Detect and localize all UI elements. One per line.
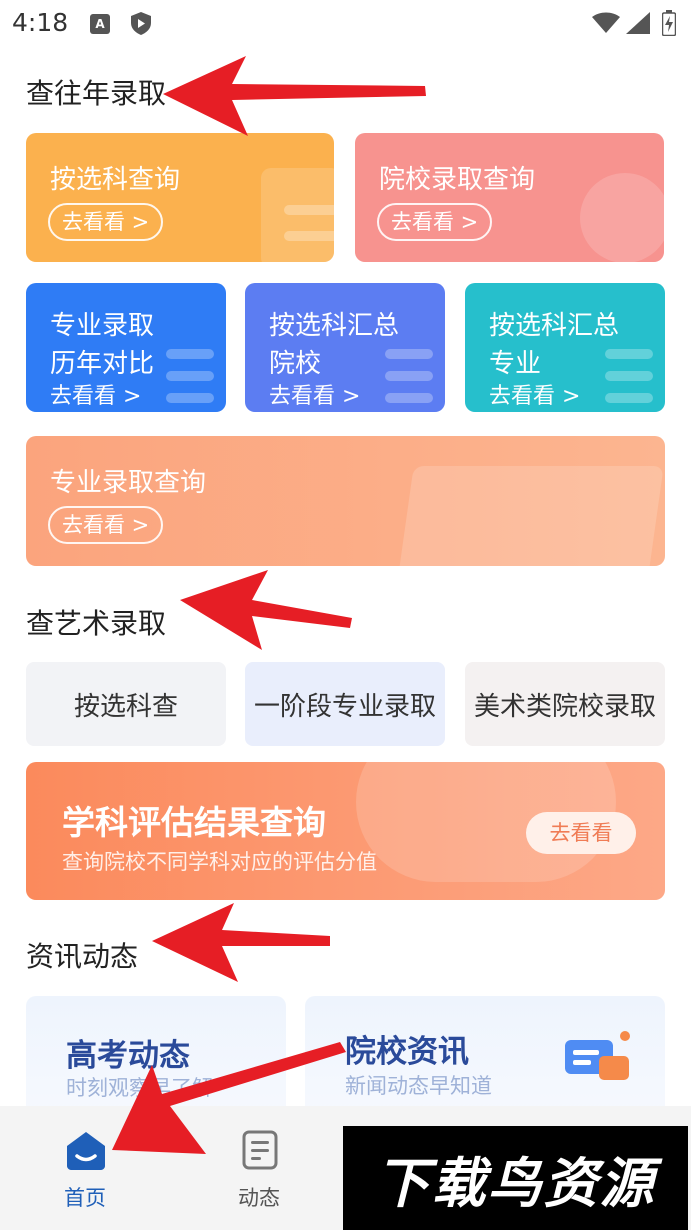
tab-news[interactable]: 动态 bbox=[214, 1120, 306, 1220]
document-icon bbox=[242, 1130, 278, 1170]
decoration-line bbox=[385, 371, 433, 381]
decoration-line bbox=[605, 393, 653, 403]
notification-a-icon: A bbox=[90, 14, 110, 34]
go-see-button[interactable]: 去看看 > bbox=[48, 506, 164, 544]
card-by-subject[interactable]: 按选科查询 去看看 > bbox=[26, 133, 334, 262]
chat-bubble-icon bbox=[565, 1031, 630, 1080]
tab-label: 首页 bbox=[64, 1186, 106, 1210]
art-button-stage-one-major[interactable]: 一阶段专业录取 bbox=[245, 662, 445, 746]
card-decoration bbox=[580, 173, 664, 262]
card-major-history[interactable]: 专业录取 历年对比 去看看 > bbox=[26, 283, 226, 412]
tab-label: 动态 bbox=[238, 1186, 280, 1210]
card-title-line1: 按选科汇总 bbox=[269, 311, 400, 341]
red-arrow-icon bbox=[163, 56, 426, 136]
decoration-line bbox=[385, 349, 433, 359]
card-title-line2: 历年对比 bbox=[50, 349, 155, 379]
banner-subtitle: 查询院校不同学科对应的评估分值 bbox=[62, 850, 377, 874]
shield-icon bbox=[131, 12, 151, 35]
card-major-admission[interactable]: 专业录取查询 去看看 > bbox=[26, 436, 665, 566]
status-bar: 4:18 A bbox=[0, 0, 691, 48]
decoration-line bbox=[605, 349, 653, 359]
red-arrow-icon bbox=[180, 570, 352, 650]
tab-home[interactable]: 首页 bbox=[40, 1120, 132, 1220]
news-card-title: 高考动态 bbox=[66, 1038, 190, 1074]
go-see-link[interactable]: 去看看 > bbox=[269, 378, 360, 410]
card-college-admission[interactable]: 院校录取查询 去看看 > bbox=[355, 133, 664, 262]
banner-title: 学科评估结果查询 bbox=[62, 803, 326, 842]
card-subject-major[interactable]: 按选科汇总 专业 去看看 > bbox=[465, 283, 665, 412]
red-arrow-icon bbox=[152, 903, 330, 982]
news-card-gaokao[interactable]: 高考动态 时刻观察早了解 bbox=[26, 996, 286, 1116]
section-title-news: 资讯动态 bbox=[26, 940, 139, 973]
go-see-button[interactable]: 去看看 > bbox=[48, 203, 164, 241]
card-title: 院校录取查询 bbox=[379, 165, 536, 195]
decoration-line bbox=[166, 393, 214, 403]
card-title: 按选科查询 bbox=[50, 165, 181, 195]
art-button-by-subject[interactable]: 按选科查 bbox=[26, 662, 226, 746]
signal-icon bbox=[626, 12, 650, 34]
go-see-link[interactable]: 去看看 > bbox=[50, 378, 141, 410]
decoration-line bbox=[284, 205, 334, 215]
go-see-button[interactable]: 去看看 > bbox=[377, 203, 493, 241]
news-card-title: 院校资讯 bbox=[345, 1034, 469, 1070]
watermark-overlay: 下载鸟资源 bbox=[343, 1126, 688, 1230]
card-decoration bbox=[398, 466, 664, 566]
evaluation-banner[interactable]: 学科评估结果查询 查询院校不同学科对应的评估分值 去看看 bbox=[26, 762, 665, 900]
decoration-line bbox=[166, 371, 214, 381]
card-title: 专业录取查询 bbox=[50, 468, 207, 498]
card-decoration bbox=[261, 168, 334, 262]
news-card-subtitle: 时刻观察早了解 bbox=[66, 1076, 213, 1100]
go-see-link[interactable]: 去看看 > bbox=[489, 378, 580, 410]
card-title-line1: 按选科汇总 bbox=[489, 311, 620, 341]
section-title-art-admission: 查艺术录取 bbox=[26, 607, 167, 640]
battery-icon bbox=[662, 10, 676, 36]
card-title-line1: 专业录取 bbox=[50, 311, 155, 341]
card-subject-college[interactable]: 按选科汇总 院校 去看看 > bbox=[245, 283, 445, 412]
status-time: 4:18 bbox=[12, 8, 69, 37]
decoration-line bbox=[605, 371, 653, 381]
wifi-icon bbox=[592, 12, 620, 33]
card-title-line2: 院校 bbox=[269, 349, 322, 379]
card-title-line2: 专业 bbox=[489, 349, 542, 379]
art-button-fine-arts-college[interactable]: 美术类院校录取 bbox=[465, 662, 665, 746]
banner-go-see-button[interactable]: 去看看 bbox=[526, 812, 636, 854]
news-card-subtitle: 新闻动态早知道 bbox=[345, 1074, 492, 1098]
section-title-past-admission: 查往年录取 bbox=[26, 77, 167, 110]
news-card-college[interactable]: 院校资讯 新闻动态早知道 bbox=[305, 996, 665, 1116]
decoration-line bbox=[166, 349, 214, 359]
home-icon bbox=[67, 1132, 105, 1170]
watermark-text: 下载鸟资源 bbox=[375, 1151, 656, 1215]
decoration-line bbox=[284, 231, 334, 241]
decoration-line bbox=[385, 393, 433, 403]
